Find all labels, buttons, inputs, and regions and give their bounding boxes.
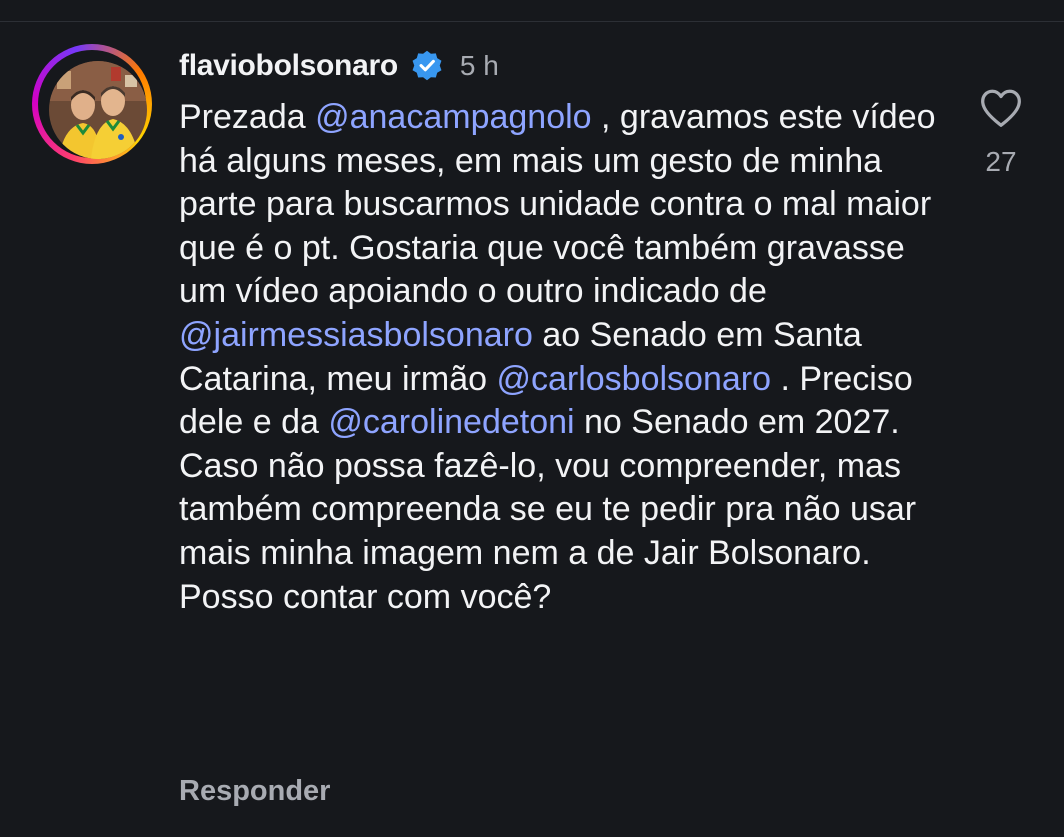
comment: flaviobolsonaro 5 h Prezada @anacampagno… (0, 0, 1064, 837)
avatar-photo (49, 61, 147, 159)
comment-body: flaviobolsonaro 5 h Prezada @anacampagno… (179, 44, 939, 619)
avatar-gap (38, 50, 147, 159)
mention-link[interactable]: @jairmessiasbolsonaro (179, 316, 533, 354)
verified-badge-icon (412, 50, 442, 81)
username[interactable]: flaviobolsonaro (179, 49, 398, 83)
like-count: 27 (985, 146, 1017, 177)
comment-text-segment: Prezada (179, 98, 316, 136)
avatar[interactable] (49, 61, 147, 159)
like-column: 27 (972, 86, 1030, 178)
mention-link[interactable]: @carlosbolsonaro (496, 360, 771, 398)
comment-text: Prezada @anacampagnolo , gravamos este v… (179, 96, 939, 619)
mention-link[interactable]: @carolinedetoni (328, 403, 574, 441)
timestamp: 5 h (459, 50, 499, 81)
mention-link[interactable]: @anacampagnolo (315, 98, 591, 136)
heart-outline-icon[interactable] (978, 86, 1024, 132)
comment-meta: flaviobolsonaro 5 h (179, 44, 939, 88)
reply-button[interactable]: Responder (179, 775, 330, 808)
story-ring[interactable] (32, 44, 152, 164)
